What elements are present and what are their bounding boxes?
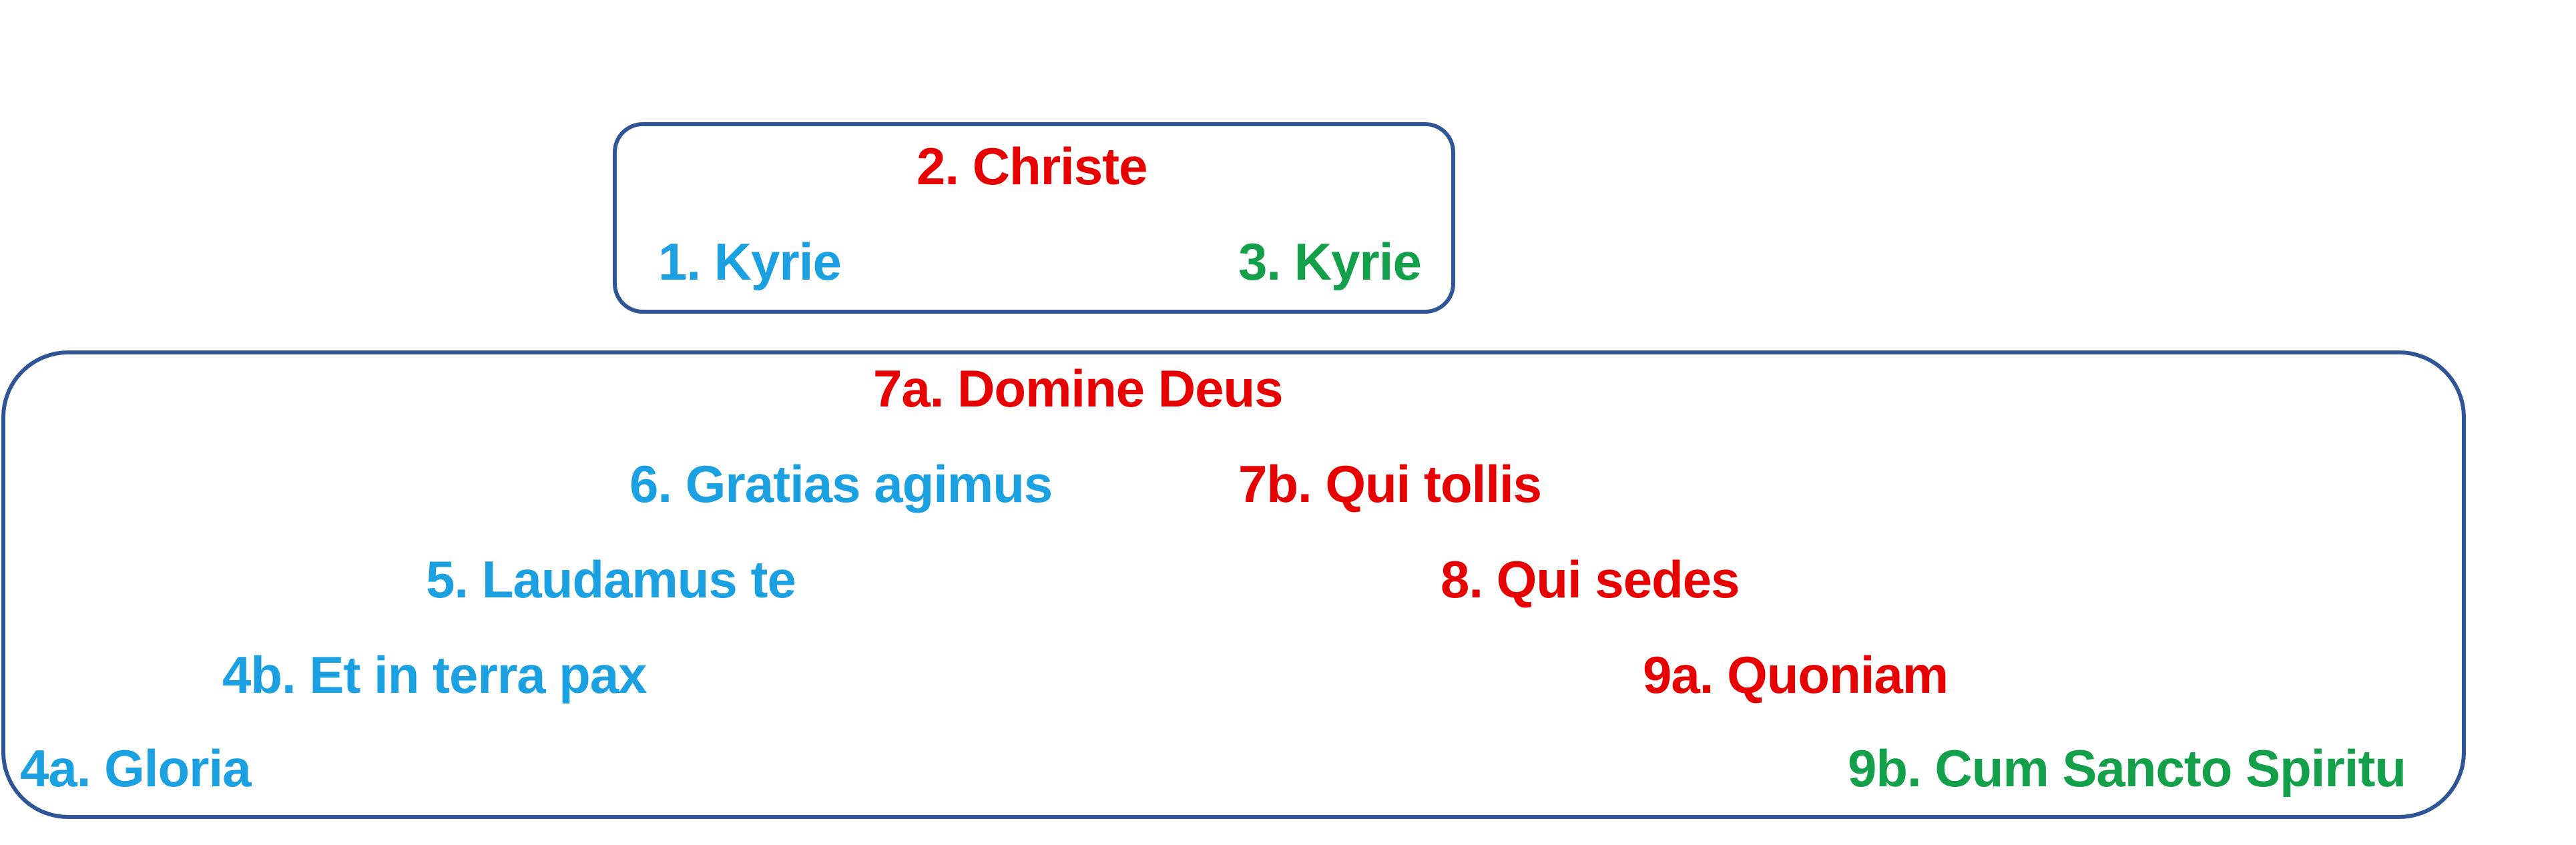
label-christe: 2. Christe — [917, 137, 1147, 196]
label-qui-tollis: 7b. Qui tollis — [1238, 455, 1542, 513]
label-kyrie-3: 3. Kyrie — [1238, 232, 1422, 291]
label-laudamus-te: 5. Laudamus te — [426, 550, 796, 609]
label-et-in-terra-pax: 4b. Et in terra pax — [222, 645, 648, 704]
label-domine-deus: 7a. Domine Deus — [873, 359, 1284, 418]
label-quoniam: 9a. Quoniam — [1643, 645, 1949, 704]
label-gratias-agimus: 6. Gratias agimus — [629, 455, 1053, 513]
label-kyrie-1: 1. Kyrie — [658, 232, 842, 291]
label-qui-sedes: 8. Qui sedes — [1441, 550, 1740, 609]
label-gloria: 4a. Gloria — [20, 739, 251, 798]
label-cum-sancto-spiritu: 9b. Cum Sancto Spiritu — [1848, 739, 2406, 798]
